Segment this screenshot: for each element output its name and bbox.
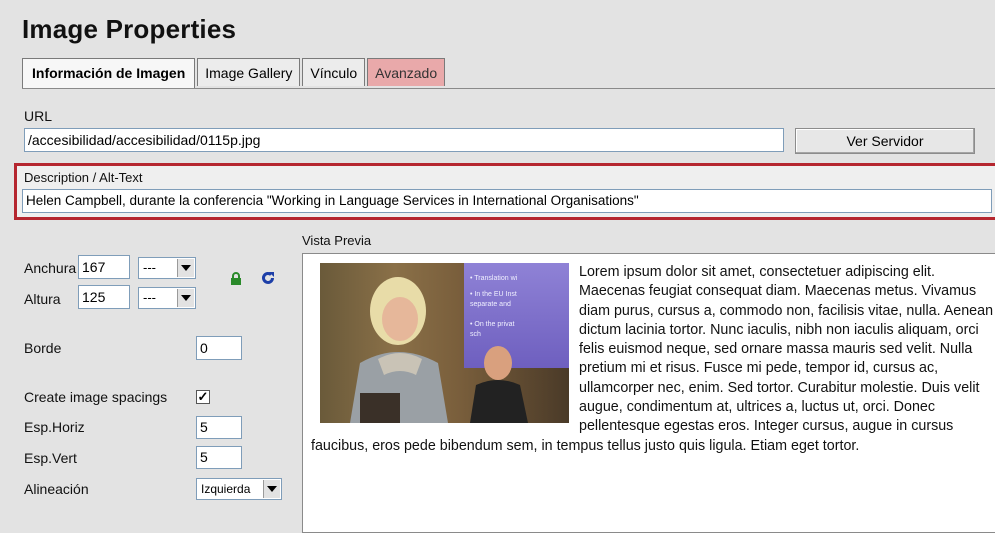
url-input[interactable]: /accesibilidad/accesibilidad/0115p.jpg	[24, 128, 784, 152]
hspace-input[interactable]: 5	[196, 416, 242, 439]
vspace-input[interactable]: 5	[196, 446, 242, 469]
width-unit-value: ---	[143, 260, 156, 275]
border-label: Borde	[24, 340, 62, 356]
alt-text-input[interactable]: Helen Campbell, durante la conferencia "…	[22, 189, 992, 213]
hspace-label: Esp.Horiz	[24, 419, 85, 435]
dropdown-arrow-icon	[263, 480, 280, 498]
height-unit-value: ---	[143, 290, 156, 305]
alignment-label: Alineación	[24, 481, 89, 497]
preview-photo: • Translation wi • In the EU Inst separa…	[320, 263, 569, 423]
create-spacing-checkbox[interactable]: ✓	[196, 390, 210, 404]
alignment-select[interactable]: Izquierda	[196, 478, 282, 500]
lock-icon[interactable]	[230, 272, 242, 286]
dialog-title: Image Properties	[22, 14, 237, 44]
border-input[interactable]: 0	[196, 336, 242, 360]
height-label: Altura	[24, 291, 61, 307]
dropdown-arrow-icon	[177, 289, 194, 307]
alignment-value: Izquierda	[201, 482, 251, 496]
speaker-figure	[350, 277, 528, 423]
width-label: Anchura	[24, 260, 77, 276]
width-unit-select[interactable]: ---	[138, 257, 196, 279]
preview-label: Vista Previa	[302, 233, 372, 248]
alt-text-label: Description / Alt-Text	[24, 170, 143, 185]
tab-bar: Información de Imagen Image Gallery Vínc…	[22, 58, 447, 88]
tab-advanced[interactable]: Avanzado	[367, 58, 446, 86]
width-input[interactable]: 167	[78, 255, 130, 279]
checkmark-icon: ✓	[197, 389, 209, 404]
vspace-label: Esp.Vert	[24, 450, 77, 466]
reset-size-icon[interactable]	[260, 270, 276, 286]
height-unit-select[interactable]: ---	[138, 287, 196, 309]
height-input[interactable]: 125	[78, 285, 130, 309]
url-label: URL	[24, 108, 53, 124]
tab-image-info[interactable]: Información de Imagen	[22, 58, 196, 88]
tab-link[interactable]: Vínculo	[302, 58, 366, 86]
tab-divider	[22, 88, 995, 89]
create-spacing-label: Create image spacings	[24, 389, 168, 405]
dropdown-arrow-icon	[177, 259, 194, 277]
browse-server-button[interactable]: Ver Servidor	[795, 128, 975, 154]
tab-image-gallery[interactable]: Image Gallery	[197, 58, 301, 86]
preview-pane: • Translation wi • In the EU Inst separa…	[302, 253, 995, 533]
